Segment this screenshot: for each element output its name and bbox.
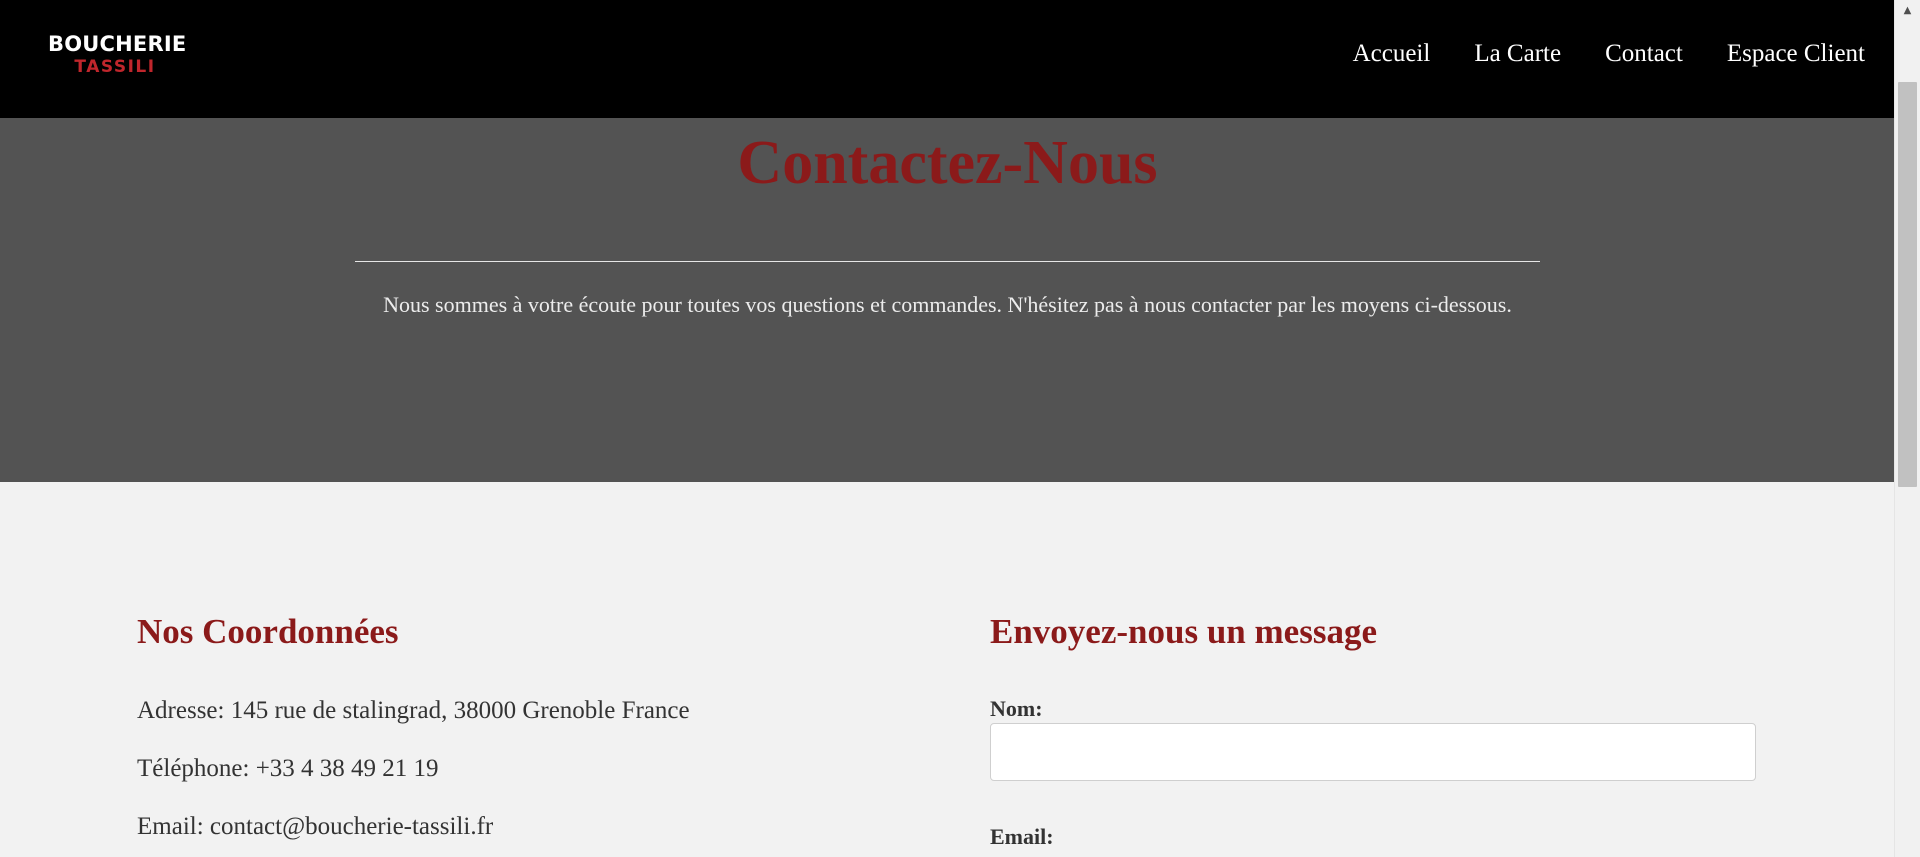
scroll-up-arrow-icon[interactable]: ▲	[1895, 0, 1920, 20]
contact-phone: Téléphone: +33 4 38 49 21 19	[137, 755, 439, 782]
page: BOUCHERIE TASSILI Accueil La Carte Conta…	[0, 0, 1920, 857]
contact-form-title: Envoyez-nous un message	[990, 612, 1377, 651]
hero-divider	[355, 261, 1540, 262]
logo-text-tassili: TASSILI	[74, 57, 156, 77]
nav-link-accueil[interactable]: Accueil	[1353, 40, 1431, 68]
contact-address: Adresse: 145 rue de stalingrad, 38000 Gr…	[137, 697, 690, 724]
email-field-label: Email:	[990, 824, 1054, 849]
site-header: BOUCHERIE TASSILI Accueil La Carte Conta…	[0, 0, 1895, 118]
contact-info-column: Nos Coordonnées Adresse: 145 rue de stal…	[137, 612, 917, 839]
name-field-label: Nom:	[990, 696, 1043, 721]
contact-form-column: Envoyez-nous un message Nom: Email:	[990, 612, 1758, 848]
site-logo[interactable]: BOUCHERIE TASSILI	[48, 32, 187, 77]
logo-text-boucherie: BOUCHERIE	[48, 32, 187, 56]
contact-content: Nos Coordonnées Adresse: 145 rue de stal…	[0, 482, 1895, 857]
hero-intro-text: Nous sommes à votre écoute pour toutes v…	[383, 292, 1512, 317]
page-title: Contactez-Nous	[737, 129, 1158, 197]
name-input[interactable]	[990, 723, 1756, 781]
hero-section: Contactez-Nous Nous sommes à votre écout…	[0, 118, 1895, 482]
page-scrollbar[interactable]: ▲	[1894, 0, 1920, 857]
nav-link-la-carte[interactable]: La Carte	[1474, 40, 1561, 68]
nav-link-espace-client[interactable]: Espace Client	[1727, 40, 1865, 68]
contact-email: Email: contact@boucherie-tassili.fr	[137, 813, 494, 840]
scrollbar-thumb[interactable]	[1898, 82, 1917, 487]
main-nav: Accueil La Carte Contact Espace Client	[1309, 0, 1865, 108]
contact-info-title: Nos Coordonnées	[137, 612, 399, 651]
nav-link-contact[interactable]: Contact	[1605, 40, 1683, 68]
